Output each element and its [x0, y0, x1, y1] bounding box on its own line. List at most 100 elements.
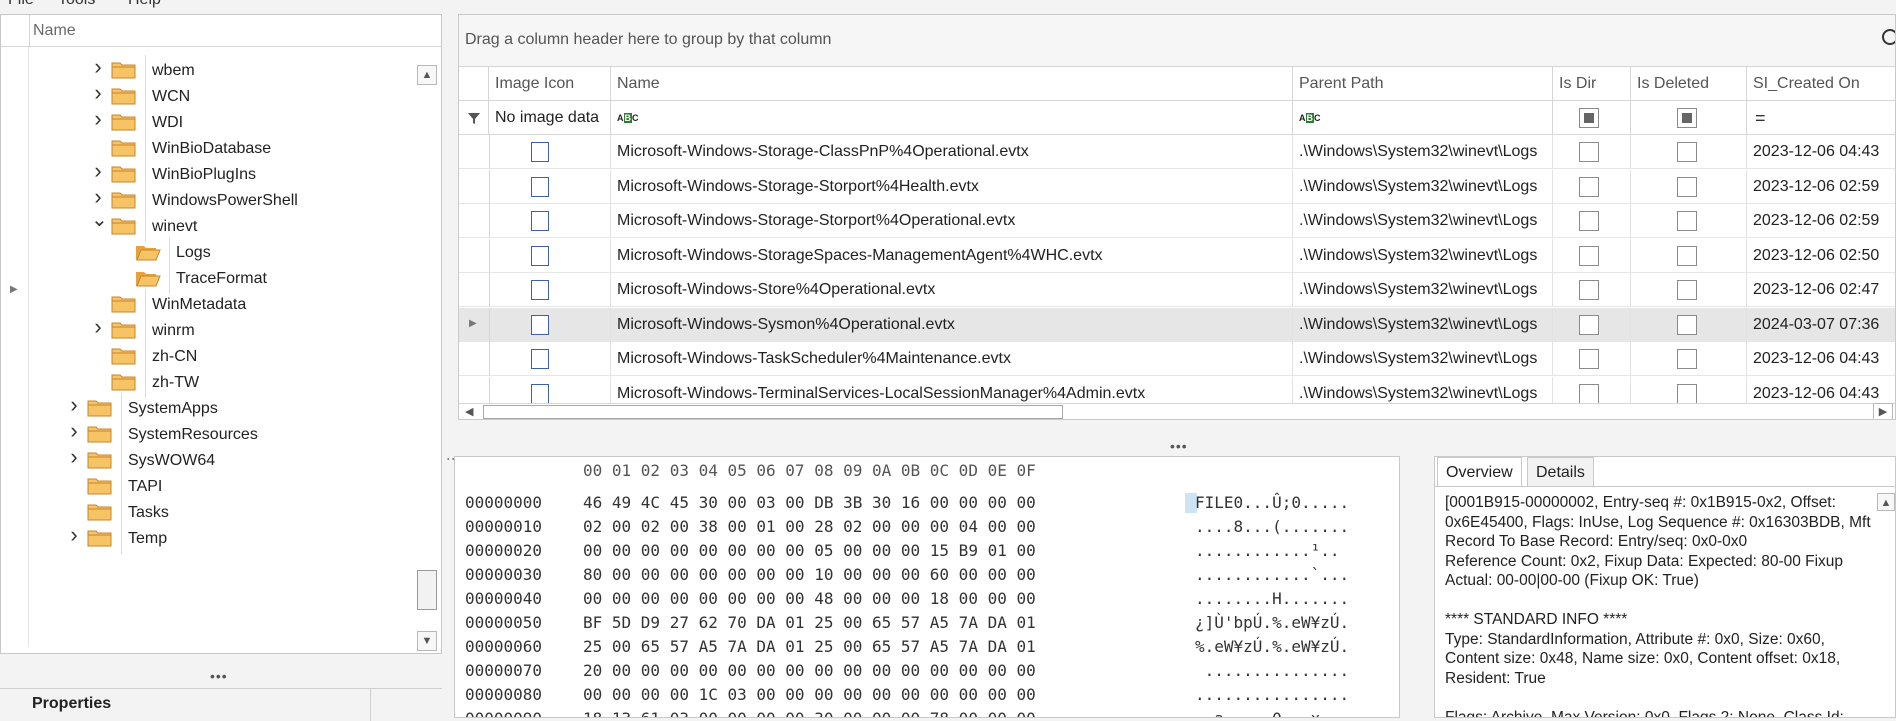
filter-image-icon[interactable]: No image data — [489, 101, 611, 135]
cell-parent-path: .\Windows\System32\winevt\Logs — [1293, 273, 1553, 307]
menu-tools[interactable]: Tools — [58, 0, 95, 9]
checkbox[interactable] — [1677, 176, 1697, 197]
tree-header-name[interactable]: Name — [33, 22, 76, 40]
table-row[interactable]: Microsoft-Windows-Storage-Storport%4Heal… — [459, 169, 1895, 204]
column-is-dir[interactable]: Is Dir — [1553, 67, 1631, 101]
checkbox-filter-icon[interactable] — [1677, 108, 1697, 128]
checkbox[interactable] — [1677, 142, 1697, 162]
group-by-panel[interactable]: Drag a column header here to group by th… — [459, 15, 1895, 67]
scroll-up-icon[interactable]: ▲ — [417, 65, 437, 85]
chevron-right-icon[interactable]: › — [67, 524, 81, 546]
cell-image-icon — [489, 135, 611, 169]
hex-bytes: 00 00 00 00 00 00 00 00 48 00 00 00 18 0… — [583, 589, 1036, 608]
chevron-right-icon[interactable]: › — [91, 316, 105, 338]
table-row[interactable]: ▶ Microsoft-Windows-Sysmon%4Operational.e… — [459, 307, 1895, 342]
checkbox[interactable] — [1677, 245, 1697, 266]
checkbox-filter-icon[interactable] — [1579, 108, 1599, 128]
row-indicator[interactable] — [459, 204, 490, 238]
row-indicator[interactable] — [459, 169, 490, 204]
tree-item-label: Temp — [121, 523, 422, 554]
chevron-down-icon[interactable]: ⌄ — [91, 210, 108, 230]
file-image-icon — [531, 349, 549, 369]
chevron-right-icon[interactable]: › — [67, 394, 81, 416]
chevron-right-icon[interactable]: › — [91, 160, 105, 182]
cell-parent-path: .\Windows\System32\winevt\Logs — [1293, 135, 1553, 169]
table-row[interactable]: Microsoft-Windows-Storage-ClassPnP%4Oper… — [459, 135, 1895, 169]
tree-item[interactable]: › Temp — [1, 523, 415, 554]
filter-si-created-on[interactable]: = — [1747, 101, 1895, 135]
filter-is-deleted[interactable] — [1631, 101, 1747, 135]
tree-vertical-scrollbar[interactable]: ▲ ▼ — [415, 65, 439, 653]
filter-name[interactable]: ABC — [611, 101, 1293, 135]
filter-icon[interactable] — [459, 101, 489, 135]
checkbox[interactable] — [1579, 280, 1599, 300]
checkbox[interactable] — [1579, 245, 1599, 266]
table-row[interactable]: Microsoft-Windows-StorageSpaces-Manageme… — [459, 238, 1895, 273]
checkbox[interactable] — [1579, 211, 1599, 231]
hex-bytes: 02 00 02 00 38 00 01 00 28 02 00 00 00 0… — [583, 517, 1036, 536]
file-image-icon — [531, 211, 549, 231]
chevron-right-icon[interactable]: › — [91, 108, 105, 130]
text-filter-icon: ABC — [617, 112, 639, 123]
cell-image-icon — [489, 169, 611, 204]
chevron-right-icon[interactable]: › — [67, 420, 81, 442]
column-name[interactable]: Name — [611, 67, 1293, 101]
scroll-left-icon[interactable]: ◀ — [465, 405, 473, 418]
scroll-up-icon[interactable]: ▲ — [1877, 493, 1895, 511]
tab-details[interactable]: Details — [1527, 457, 1594, 487]
checkbox[interactable] — [1579, 349, 1599, 369]
hex-bytes: 46 49 4C 45 30 00 03 00 DB 3B 30 16 00 0… — [583, 493, 1036, 512]
checkbox[interactable] — [1579, 142, 1599, 162]
row-indicator[interactable] — [459, 238, 490, 273]
checkbox[interactable] — [1677, 314, 1697, 335]
checkbox[interactable] — [1677, 280, 1697, 300]
cell-image-icon — [489, 342, 611, 376]
row-indicator[interactable]: ▶ — [459, 307, 490, 342]
menu-file[interactable]: File — [8, 0, 34, 9]
chevron-right-icon[interactable]: › — [67, 446, 81, 468]
menu-help[interactable]: Help — [128, 0, 161, 9]
cell-image-icon — [489, 204, 611, 238]
row-indicator[interactable] — [459, 135, 490, 169]
hex-viewer[interactable]: 00 01 02 03 04 05 06 07 08 09 0A 0B 0C 0… — [454, 456, 1400, 718]
tab-divider — [1435, 486, 1895, 487]
overview-text: [0001B915-00000002, Entry-seq #: 0x1B915… — [1445, 494, 1871, 718]
cell-si-created-on: 2023-12-06 02:59 — [1753, 177, 1880, 195]
filter-is-dir[interactable] — [1553, 101, 1631, 135]
checkbox[interactable] — [1677, 349, 1697, 369]
overview-scrollbar[interactable]: ▲ — [1877, 493, 1895, 715]
table-row[interactable]: Microsoft-Windows-TaskScheduler%4Mainten… — [459, 342, 1895, 376]
hex-ascii: ¿]Ù'bpÚ.%.eW¥zÚ. — [1195, 613, 1350, 632]
checkbox[interactable] — [1579, 176, 1599, 197]
checkbox[interactable] — [1677, 383, 1697, 404]
table-row[interactable]: Microsoft-Windows-Storage-Storport%4Oper… — [459, 204, 1895, 238]
search-icon[interactable] — [1882, 29, 1895, 45]
scroll-down-icon[interactable]: ▼ — [417, 631, 437, 651]
hex-bytes: 25 00 65 57 A5 7A DA 01 25 00 65 57 A5 7… — [583, 637, 1036, 656]
row-indicator[interactable] — [459, 273, 490, 307]
tab-overview[interactable]: Overview — [1437, 457, 1522, 487]
grid-horizontal-scroll-thumb[interactable] — [483, 405, 1063, 419]
chevron-right-icon[interactable]: › — [91, 186, 105, 208]
checkbox[interactable] — [1579, 314, 1599, 335]
column-image-icon[interactable]: Image Icon — [489, 67, 611, 101]
chevron-right-icon[interactable]: › — [91, 56, 105, 78]
hex-ascii: ........H....... — [1195, 589, 1350, 608]
splitter-grip-icon[interactable]: ••• — [210, 668, 228, 684]
horizontal-splitter-grip-icon[interactable]: ••• — [1170, 438, 1188, 454]
row-indicator[interactable] — [459, 342, 490, 376]
column-is-deleted[interactable]: Is Deleted — [1631, 67, 1747, 101]
table-row[interactable]: Microsoft-Windows-Store%4Operational.evt… — [459, 273, 1895, 307]
scroll-right-icon[interactable]: ▶ — [1873, 403, 1893, 419]
column-si-created-on[interactable]: SI_Created On — [1747, 67, 1895, 101]
tree-vertical-scroll-thumb[interactable] — [417, 570, 437, 610]
checkbox[interactable] — [1677, 211, 1697, 231]
chevron-right-icon[interactable]: › — [91, 82, 105, 104]
hex-column-header: 00 01 02 03 04 05 06 07 08 09 0A 0B 0C 0… — [583, 461, 1036, 480]
checkbox[interactable] — [1579, 383, 1599, 404]
hex-bytes: 00 00 00 00 1C 03 00 00 00 00 00 00 00 0… — [583, 685, 1036, 704]
column-parent-path[interactable]: Parent Path — [1293, 67, 1553, 101]
properties-tab[interactable]: Properties — [0, 689, 371, 721]
filter-parent-path[interactable]: ABC — [1293, 101, 1553, 135]
file-grid: Drag a column header here to group by th… — [458, 14, 1896, 420]
